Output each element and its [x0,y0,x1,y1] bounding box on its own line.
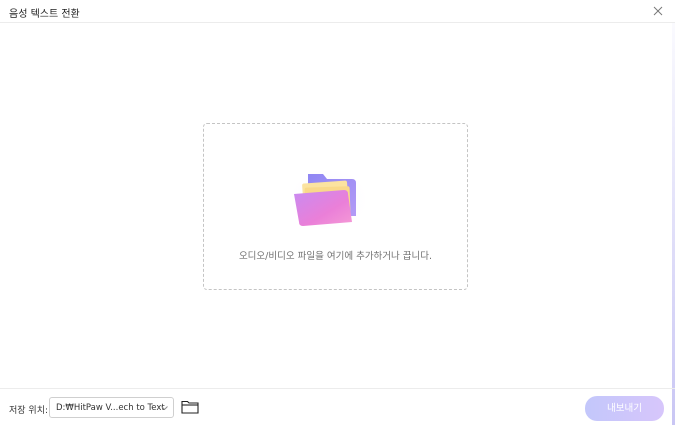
window-title: 음성 텍스트 전환 [9,9,80,20]
export-button[interactable]: 내보내기 [585,396,664,421]
save-location-label: 저장 위치: [9,406,49,416]
drop-hint: 오디오/비디오 파일을 여기에 추가하거나 끕니다. [238,251,433,262]
folder-outline-icon[interactable] [181,400,199,414]
save-path-select[interactable]: D:₩HitPaw V...ech to Text [49,397,174,418]
folder-icon [287,166,371,234]
footer-bar: 저장 위치: D:₩HitPaw V...ech to Text 내보내기 [0,388,675,425]
title-bar: 음성 텍스트 전환 [0,0,675,23]
save-path-value: D:₩HitPaw V...ech to Text [56,403,165,413]
close-icon[interactable] [651,4,665,18]
chevron-down-icon [161,406,168,411]
file-drop-zone[interactable]: 오디오/비디오 파일을 여기에 추가하거나 끕니다. [203,123,468,290]
